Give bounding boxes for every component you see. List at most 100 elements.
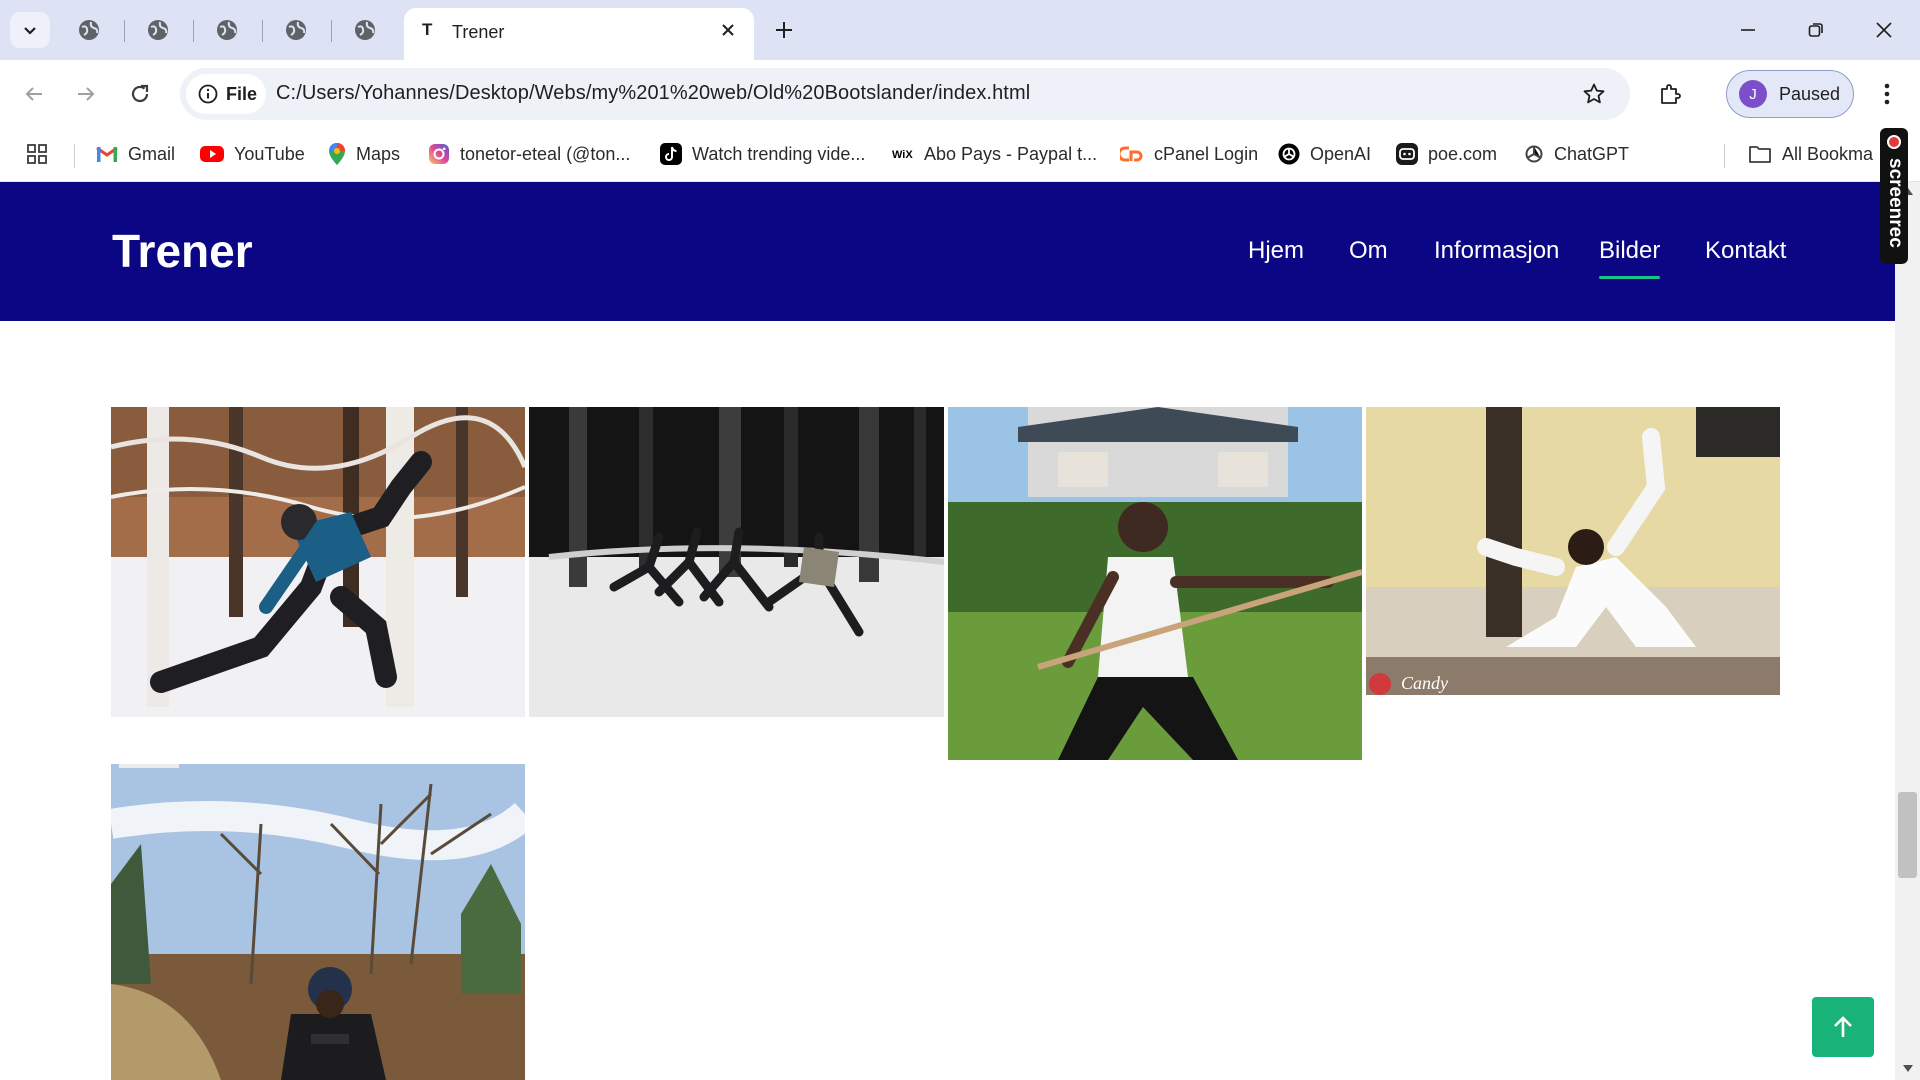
wix-icon: WiX bbox=[892, 149, 913, 160]
bookmark-openai[interactable]: OpenAI bbox=[1278, 138, 1371, 170]
nav-link-om[interactable]: Om bbox=[1349, 237, 1388, 265]
photo-night-group-training bbox=[529, 407, 944, 717]
profile-button[interactable]: J Paused bbox=[1726, 70, 1854, 118]
site-logo[interactable]: Trener bbox=[112, 224, 253, 278]
forward-button[interactable] bbox=[66, 74, 106, 114]
globe-icon bbox=[79, 20, 99, 40]
all-bookmarks-button[interactable]: All Bookma bbox=[1748, 138, 1873, 170]
tab-globe-1[interactable] bbox=[74, 15, 104, 45]
browser-toolbar: File C:/Users/Yohannes/Desktop/Webs/my%2… bbox=[0, 60, 1920, 128]
address-bar[interactable]: File C:/Users/Yohannes/Desktop/Webs/my%2… bbox=[180, 68, 1630, 120]
url-text[interactable]: C:/Users/Yohannes/Desktop/Webs/my%201%20… bbox=[276, 82, 1030, 105]
screenrec-widget[interactable]: screenrec bbox=[1880, 128, 1908, 264]
triangle-down-icon bbox=[1903, 1065, 1913, 1072]
tab-title: Trener bbox=[452, 22, 505, 42]
poe-icon bbox=[1396, 143, 1418, 165]
close-icon bbox=[722, 24, 734, 36]
apps-button[interactable] bbox=[26, 138, 48, 170]
back-button[interactable] bbox=[14, 74, 54, 114]
tab-favicon: T bbox=[422, 20, 433, 39]
tiktok-icon bbox=[660, 143, 682, 165]
nav-link-kontakt[interactable]: Kontakt bbox=[1705, 237, 1786, 265]
gallery-image-2[interactable] bbox=[529, 407, 944, 717]
bookmark-chatgpt[interactable]: ChatGPT bbox=[1524, 138, 1629, 170]
tab-search-button[interactable] bbox=[10, 12, 50, 48]
extensions-button[interactable] bbox=[1652, 76, 1688, 112]
gmail-icon bbox=[96, 146, 118, 162]
globe-icon bbox=[217, 20, 237, 40]
bookmark-label: ChatGPT bbox=[1554, 143, 1630, 164]
maps-icon bbox=[329, 143, 345, 165]
photo-staff-training-garden bbox=[948, 407, 1362, 760]
scroll-down-arrow[interactable] bbox=[1900, 1062, 1916, 1076]
bookmark-label: Watch trending vide... bbox=[692, 143, 866, 164]
globe-icon bbox=[355, 20, 375, 40]
globe-icon bbox=[286, 20, 306, 40]
bookmark-tiktok[interactable]: Watch trending vide... bbox=[660, 138, 865, 170]
plus-icon bbox=[776, 22, 792, 38]
puzzle-icon bbox=[1661, 84, 1681, 104]
back-to-top-button[interactable] bbox=[1812, 997, 1874, 1057]
bookmark-label: cPanel Login bbox=[1154, 143, 1259, 164]
reload-button[interactable] bbox=[120, 74, 160, 114]
tab-globe-5[interactable] bbox=[350, 15, 380, 45]
page-viewport: Trener Hjem Om Informasjon Bilder Kontak… bbox=[0, 182, 1920, 1080]
svg-text:WiX: WiX bbox=[892, 149, 913, 160]
minimize-button[interactable] bbox=[1728, 12, 1768, 48]
tab-strip: T Trener bbox=[0, 0, 1920, 60]
tab-globe-4[interactable] bbox=[281, 15, 311, 45]
window-close-button[interactable] bbox=[1864, 12, 1904, 48]
tab-globe-2[interactable] bbox=[143, 15, 173, 45]
bookmark-youtube[interactable]: YouTube bbox=[200, 138, 305, 170]
site-info-label: File bbox=[226, 83, 258, 104]
browser-menu-button[interactable] bbox=[1872, 76, 1902, 112]
record-dot-icon bbox=[1887, 135, 1901, 149]
bookmark-wix[interactable]: WiX Abo Pays - Paypal t... bbox=[892, 138, 1097, 170]
photo-forest-salute bbox=[111, 764, 525, 1080]
bookmarks-bar: Gmail YouTube Maps tonetor-eteal (@ton..… bbox=[0, 128, 1920, 182]
bookmark-instagram[interactable]: tonetor-eteal (@ton... bbox=[428, 138, 630, 170]
bookmark-star-button[interactable] bbox=[1580, 80, 1608, 108]
gallery-image-1[interactable] bbox=[111, 407, 525, 717]
close-icon bbox=[1876, 22, 1892, 38]
photo-snowy-lunge bbox=[111, 407, 525, 717]
new-tab-button[interactable] bbox=[768, 14, 800, 46]
gallery-image-4[interactable]: Candy bbox=[1366, 407, 1780, 695]
profile-status: Paused bbox=[1779, 83, 1841, 104]
gallery-image-3[interactable] bbox=[948, 407, 1362, 760]
arrow-left-icon bbox=[25, 87, 42, 101]
openai-icon bbox=[1278, 143, 1300, 165]
tab-globe-3[interactable] bbox=[212, 15, 242, 45]
bookmark-gmail[interactable]: Gmail bbox=[96, 138, 175, 170]
restore-button[interactable] bbox=[1796, 12, 1836, 48]
bookmark-label: YouTube bbox=[234, 143, 305, 164]
image-watermark: Candy bbox=[1401, 673, 1448, 693]
chatgpt-icon bbox=[1525, 145, 1543, 163]
bookmark-poe[interactable]: poe.com bbox=[1396, 138, 1497, 170]
bookmark-label: Gmail bbox=[128, 143, 176, 164]
tab-close-button[interactable] bbox=[716, 18, 740, 42]
tab-active[interactable]: T Trener bbox=[404, 8, 754, 60]
bookmark-label: Abo Pays - Paypal t... bbox=[924, 143, 1098, 164]
site-header: Trener Hjem Om Informasjon Bilder Kontak… bbox=[0, 182, 1895, 321]
star-icon bbox=[1583, 83, 1605, 104]
youtube-icon bbox=[200, 146, 224, 162]
bookmark-label: poe.com bbox=[1428, 143, 1498, 164]
chevron-down-icon bbox=[24, 27, 36, 35]
bookmark-cpanel[interactable]: cPanel Login bbox=[1120, 138, 1258, 170]
nav-link-informasjon[interactable]: Informasjon bbox=[1434, 237, 1559, 265]
avatar: J bbox=[1739, 80, 1767, 108]
bookmark-label: OpenAI bbox=[1310, 143, 1372, 164]
scrollbar-thumb[interactable] bbox=[1898, 792, 1917, 878]
globe-icon bbox=[148, 20, 168, 40]
photo-white-uniform-kungfu: Candy bbox=[1366, 407, 1780, 695]
apps-grid-icon bbox=[27, 144, 47, 164]
bookmark-label: tonetor-eteal (@ton... bbox=[460, 143, 631, 164]
gallery-image-5[interactable] bbox=[111, 764, 525, 1080]
nav-link-hjem[interactable]: Hjem bbox=[1248, 237, 1304, 265]
nav-link-bilder[interactable]: Bilder bbox=[1599, 237, 1661, 279]
restore-icon bbox=[1808, 23, 1823, 37]
page-scrollbar[interactable] bbox=[1895, 182, 1920, 1080]
site-info-chip[interactable]: File bbox=[186, 74, 266, 114]
bookmark-maps[interactable]: Maps bbox=[328, 138, 400, 170]
